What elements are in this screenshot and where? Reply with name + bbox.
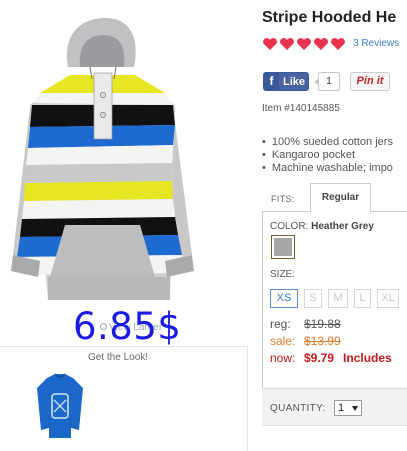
quantity-value: 1 xyxy=(338,402,345,414)
pinterest-pin-button[interactable]: Pin it xyxy=(350,72,390,91)
now-price: $9.79 xyxy=(304,351,335,365)
now-price-label: now: xyxy=(270,351,296,365)
facebook-icon: f xyxy=(264,72,279,91)
sale-price-label: sale: xyxy=(270,334,296,348)
size-option-xl[interactable]: XL xyxy=(377,289,399,308)
product-image[interactable] xyxy=(10,15,195,305)
fits-label: FITS: xyxy=(271,194,295,204)
regular-price-label: reg: xyxy=(270,317,291,331)
color-label: COLOR: Heather Grey xyxy=(270,221,374,232)
regular-price-row: reg: $19.88 xyxy=(270,317,341,331)
reviews-link[interactable]: 3 Reviews xyxy=(353,38,399,49)
selected-color-name: Heather Grey xyxy=(311,221,374,232)
feature-item: Machine washable; impo xyxy=(262,162,407,175)
feature-item: 100% sueded cotton jers xyxy=(262,136,407,149)
chevron-down-icon xyxy=(352,406,358,411)
size-option-xs[interactable]: XS xyxy=(270,289,298,308)
facebook-like-button[interactable]: f Like xyxy=(263,72,309,91)
regular-price: $19.88 xyxy=(304,317,341,331)
heart-icon xyxy=(263,38,345,50)
quantity-select[interactable]: 1 xyxy=(334,400,362,416)
size-option-l[interactable]: L xyxy=(354,289,371,308)
sale-price: $13.99 xyxy=(304,334,341,348)
now-price-row: now: $9.79 Includes xyxy=(270,351,392,365)
color-label-text: COLOR: xyxy=(270,221,309,232)
get-the-look-title: Get the Look! xyxy=(88,352,149,363)
item-number: Item #140145885 xyxy=(262,103,340,114)
size-label: SIZE: xyxy=(270,269,296,280)
get-the-look-thumbnail[interactable] xyxy=(35,372,85,440)
size-option-s[interactable]: S xyxy=(304,289,322,308)
feature-list: 100% sueded cotton jers Kangaroo pocket … xyxy=(262,136,407,175)
color-swatch-heather-grey[interactable] xyxy=(271,235,295,259)
size-option-m[interactable]: M xyxy=(328,289,348,308)
product-title: Stripe Hooded He xyxy=(262,9,397,26)
includes-note: Includes xyxy=(343,351,392,365)
quantity-label: QUANTITY: xyxy=(270,403,326,414)
feature-item: Kangaroo pocket xyxy=(262,149,407,162)
tab-regular-fit[interactable]: Regular xyxy=(310,183,371,212)
overlay-price: 6.85$ xyxy=(73,305,182,348)
sale-price-row: sale: $13.99 xyxy=(270,334,341,348)
swatch-fill xyxy=(274,238,292,256)
facebook-like-label: Like xyxy=(283,75,306,88)
facebook-like-count: 1 xyxy=(314,72,340,91)
rating-stars xyxy=(263,38,345,50)
